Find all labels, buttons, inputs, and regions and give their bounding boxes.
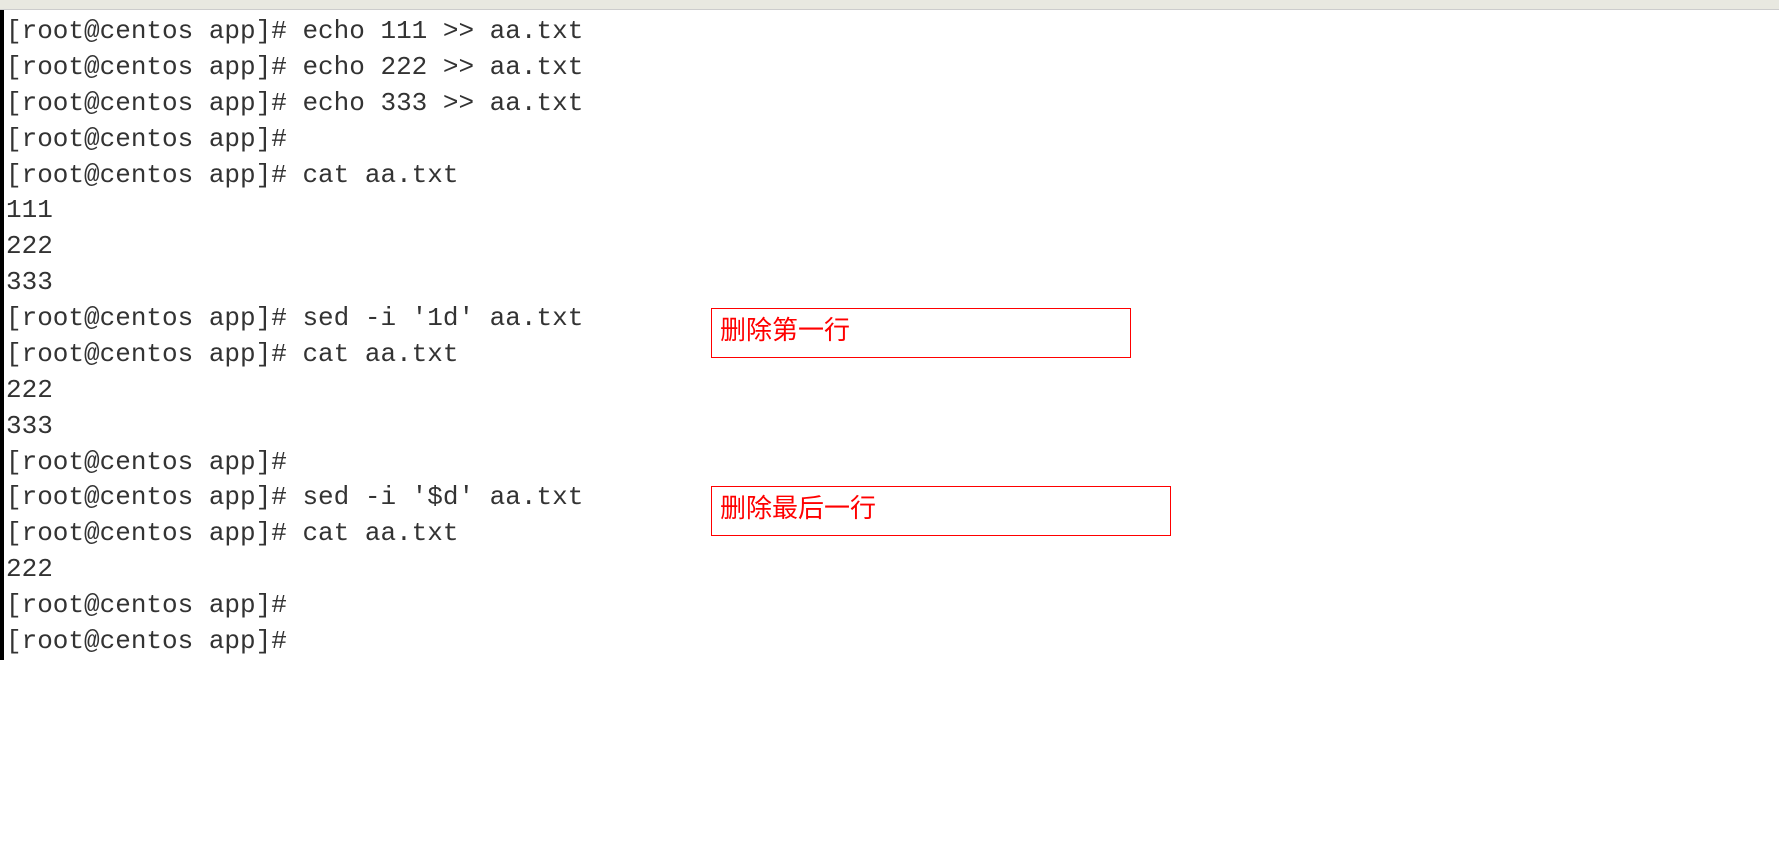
terminal-line: [root@centos app]# <box>6 588 1779 624</box>
terminal-line: [root@centos app]# <box>6 624 1779 660</box>
terminal-output: 222 <box>6 552 1779 588</box>
terminal-line: [root@centos app]# <box>6 445 1779 481</box>
terminal-line: [root@centos app]# cat aa.txt <box>6 158 1779 194</box>
terminal-top-bar <box>0 0 1779 10</box>
annotation-delete-first-line: 删除第一行 <box>711 308 1131 358</box>
terminal-output: 333 <box>6 409 1779 445</box>
terminal-output: 222 <box>6 373 1779 409</box>
annotation-delete-last-line: 删除最后一行 <box>711 486 1171 536</box>
terminal-output: 333 <box>6 265 1779 301</box>
terminal-line: [root@centos app]# echo 333 >> aa.txt <box>6 86 1779 122</box>
terminal-line: [root@centos app]# <box>6 122 1779 158</box>
terminal-output: 111 <box>6 193 1779 229</box>
terminal-output: 222 <box>6 229 1779 265</box>
terminal-line: [root@centos app]# echo 111 >> aa.txt <box>6 14 1779 50</box>
terminal-line: [root@centos app]# echo 222 >> aa.txt <box>6 50 1779 86</box>
terminal-area[interactable]: [root@centos app]# echo 111 >> aa.txt [r… <box>0 10 1779 660</box>
